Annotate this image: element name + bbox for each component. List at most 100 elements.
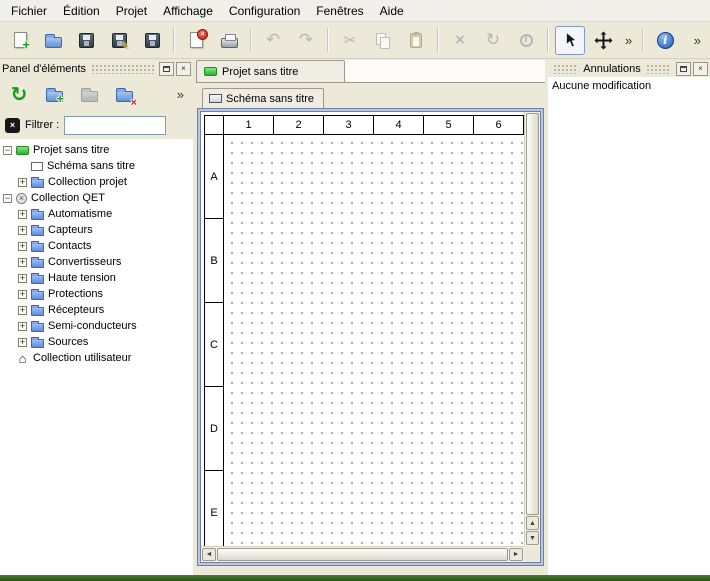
open-project-button[interactable] (38, 26, 68, 55)
clear-filter-icon[interactable]: × (5, 118, 20, 133)
help-toolbar-overflow-chevron[interactable]: » (690, 33, 705, 48)
save-button[interactable] (71, 26, 101, 55)
undo-button[interactable]: ↶ (258, 26, 288, 55)
horizontal-scrollbar[interactable]: ◄ ► (201, 546, 524, 562)
menu-item[interactable]: Affichage (155, 2, 221, 20)
tree-indent (18, 162, 27, 171)
undo-history-list[interactable]: Aucune modification (548, 77, 710, 575)
menu-item[interactable]: Fenêtres (308, 2, 371, 20)
pencil-icon: ✎ (90, 93, 100, 107)
filter-input[interactable] (64, 116, 166, 135)
paste-button[interactable] (401, 26, 431, 55)
dock-grip[interactable] (646, 64, 671, 74)
toolbar-overflow-chevron[interactable]: » (621, 33, 636, 48)
close-panel-button[interactable]: × (176, 62, 191, 76)
scroll-right-button[interactable]: ► (509, 548, 523, 561)
tree-item[interactable]: +Récepteurs (0, 302, 193, 318)
diagram-viewport[interactable]: 123456 ABCDE (201, 112, 524, 546)
tab-project[interactable]: Projet sans titre (196, 60, 345, 82)
delete-element-button[interactable]: × (110, 80, 138, 108)
scissors-icon: ✂ (344, 33, 357, 48)
close-project-button[interactable]: × (181, 26, 211, 55)
diagram-body: ABCDE (204, 135, 524, 546)
scroll-up-button[interactable]: ▲ (526, 516, 539, 530)
row-header: A (204, 135, 224, 219)
qet-icon (16, 193, 27, 204)
menu-item[interactable]: Fichier (3, 2, 55, 20)
float-panel-button[interactable] (159, 62, 174, 76)
diagram-grid[interactable] (224, 135, 524, 546)
toolbar-separator (250, 28, 252, 52)
tree-item[interactable]: +Haute tension (0, 270, 193, 286)
scroll-left-button[interactable]: ◄ (202, 548, 216, 561)
clipboard-icon (410, 33, 422, 48)
rotate-icon: ↻ (486, 32, 500, 49)
delete-button[interactable]: × (445, 26, 475, 55)
menu-item[interactable]: Aide (372, 2, 412, 20)
vertical-scrollbar[interactable]: ▲ ▼ (524, 112, 540, 546)
tree-item-label: Protections (48, 289, 103, 300)
expand-icon[interactable]: + (18, 178, 27, 187)
column-header: 6 (474, 115, 524, 135)
element-info-button[interactable]: i (511, 26, 541, 55)
plus-icon: + (22, 37, 30, 52)
dock-grip[interactable] (553, 64, 578, 74)
tree-item[interactable]: +Automatisme (0, 206, 193, 222)
menu-item[interactable]: Projet (108, 2, 155, 20)
edit-element-button[interactable]: ✎ (75, 80, 103, 108)
toolbar-separator (547, 28, 549, 52)
tree-item[interactable]: +Semi-conducteurs (0, 318, 193, 334)
vertical-scroll-thumb[interactable] (526, 113, 539, 515)
expand-icon[interactable]: + (18, 290, 27, 299)
menu-item[interactable]: Configuration (221, 2, 308, 20)
tab-schema[interactable]: Schéma sans titre (202, 88, 324, 108)
folder-icon (31, 323, 44, 332)
reload-collections-button[interactable]: ↻ (5, 80, 33, 108)
expand-icon[interactable]: + (18, 226, 27, 235)
tree-item[interactable]: + Collection projet (0, 174, 193, 190)
tree-item[interactable]: −Collection QET (0, 190, 193, 206)
float-panel-button[interactable] (676, 62, 691, 76)
scroll-down-button[interactable]: ▼ (526, 531, 539, 545)
collapse-icon[interactable]: − (3, 146, 12, 155)
expand-icon[interactable]: + (18, 306, 27, 315)
expand-icon[interactable]: + (18, 274, 27, 283)
redo-button[interactable]: ↷ (291, 26, 321, 55)
print-button[interactable] (214, 26, 244, 55)
tree-item[interactable]: Collection utilisateur (0, 350, 193, 366)
expand-icon[interactable]: + (18, 242, 27, 251)
project-icon (16, 146, 29, 155)
menu-item[interactable]: Édition (55, 2, 108, 20)
expand-icon[interactable]: + (18, 258, 27, 267)
new-project-button[interactable]: + (5, 26, 35, 55)
horizontal-scroll-thumb[interactable] (217, 548, 508, 561)
project-tab-bar: Projet sans titre (196, 60, 545, 83)
save-as-button[interactable]: ✎ (104, 26, 134, 55)
selection-mode-button[interactable] (555, 26, 585, 55)
cut-button[interactable]: ✂ (335, 26, 365, 55)
tree-item[interactable]: +Capteurs (0, 222, 193, 238)
panel-toolbar-overflow-chevron[interactable]: » (173, 87, 188, 102)
tree-item[interactable]: + Protections (0, 286, 193, 302)
dock-grip[interactable] (91, 64, 154, 74)
move-icon (594, 31, 613, 50)
new-element-button[interactable]: + (40, 80, 68, 108)
tree-item[interactable]: −Projet sans titre (0, 142, 193, 158)
tree-item-label: Collection projet (48, 177, 127, 188)
pan-mode-button[interactable] (588, 26, 618, 55)
expand-icon[interactable]: + (18, 210, 27, 219)
tree-item[interactable]: +Sources (0, 334, 193, 350)
save-all-button[interactable] (137, 26, 167, 55)
expand-icon[interactable]: + (18, 338, 27, 347)
copy-button[interactable] (368, 26, 398, 55)
about-button[interactable]: i (650, 26, 680, 55)
close-panel-button[interactable]: × (693, 62, 708, 76)
cursor-arrow-icon (564, 32, 577, 48)
expand-icon[interactable]: + (18, 322, 27, 331)
rotate-button[interactable]: ↻ (478, 26, 508, 55)
tree-item[interactable]: +Contacts (0, 238, 193, 254)
tree-item[interactable]: +Convertisseurs (0, 254, 193, 270)
tree-item[interactable]: Schéma sans titre (0, 158, 193, 174)
column-header: 5 (424, 115, 474, 135)
collapse-icon[interactable]: − (3, 194, 12, 203)
